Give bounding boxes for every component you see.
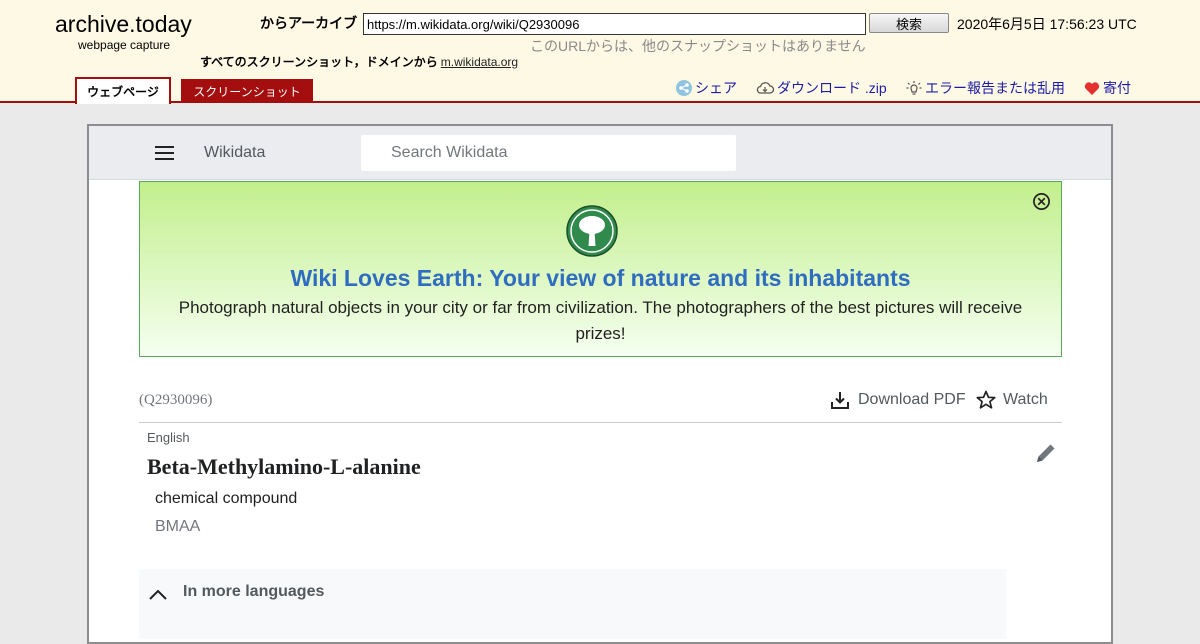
pencil-icon[interactable] [1033, 440, 1059, 466]
close-icon[interactable] [1032, 192, 1051, 211]
wikidata-header: Wikidata Search Wikidata [89, 126, 1111, 180]
tab-screenshot[interactable]: スクリーンショット [181, 79, 313, 103]
entity-id: (Q2930096) [139, 392, 213, 408]
captured-page: Wikidata Search Wikidata Wiki Loves Eart… [87, 124, 1113, 644]
download-pdf-button[interactable]: Download PDF [830, 390, 966, 410]
archive-from-label: からアーカイブ [260, 15, 358, 31]
share-link[interactable]: シェア [676, 78, 737, 98]
search-input[interactable]: Search Wikidata [361, 135, 736, 171]
donate-label: 寄付 [1103, 80, 1131, 96]
archive-search-button[interactable]: 検索 [869, 13, 949, 33]
tab-webpage[interactable]: ウェブページ [75, 77, 171, 104]
capture-timestamp: 2020年6月5日 17:56:23 UTC [957, 16, 1137, 32]
archive-logo[interactable]: archive.today [55, 11, 192, 38]
archive-header: archive.today webpage capture からアーカイブ 検索… [0, 0, 1200, 104]
cloud-download-icon [756, 82, 774, 94]
more-languages-label: In more languages [183, 583, 325, 600]
watch-label: Watch [1003, 391, 1048, 408]
campaign-banner: Wiki Loves Earth: Your view of nature an… [139, 181, 1062, 357]
watch-button[interactable]: Watch [976, 390, 1048, 410]
wiki-loves-earth-logo-icon [566, 205, 618, 257]
all-screenshots-row: すべてのスクリーンショット，ドメインから m.wikidata.org [200, 53, 518, 70]
report-error-label: エラー報告または乱用 [925, 80, 1065, 96]
download-zip-label: ダウンロード .zip [777, 80, 887, 96]
report-error-link[interactable]: エラー報告または乱用 [906, 78, 1065, 98]
download-zip-link[interactable]: ダウンロード .zip [756, 78, 887, 98]
divider [139, 422, 1062, 423]
entity-description: chemical compound [155, 490, 298, 507]
entity-alias: BMAA [155, 518, 201, 535]
archive-logo-subtitle: webpage capture [78, 38, 171, 52]
share-label: シェア [695, 80, 737, 96]
heart-icon [1084, 81, 1100, 95]
lightbulb-icon [906, 81, 922, 95]
domain-link[interactable]: m.wikidata.org [441, 55, 518, 69]
site-name[interactable]: Wikidata [204, 144, 265, 162]
all-screenshots-label: すべてのスクリーンショット，ドメインから [200, 55, 438, 69]
archive-url-input[interactable] [363, 13, 866, 35]
entity-label: Beta-Methylamino-L-alanine [147, 454, 421, 479]
no-other-snapshots-note: このURLからは、他のスナップショットはありません [530, 38, 866, 54]
banner-text: Photograph natural objects in your city … [178, 298, 1023, 343]
chevron-up-icon [149, 589, 167, 600]
banner-title[interactable]: Wiki Loves Earth: Your view of nature an… [140, 265, 1061, 292]
language-label: English [147, 430, 190, 445]
donate-link[interactable]: 寄付 [1084, 78, 1131, 98]
download-icon [831, 392, 849, 409]
share-icon [676, 80, 692, 96]
menu-icon[interactable] [155, 145, 175, 161]
star-icon [976, 390, 996, 409]
more-languages-section[interactable]: In more languages [139, 569, 1006, 639]
download-pdf-label: Download PDF [858, 391, 966, 408]
